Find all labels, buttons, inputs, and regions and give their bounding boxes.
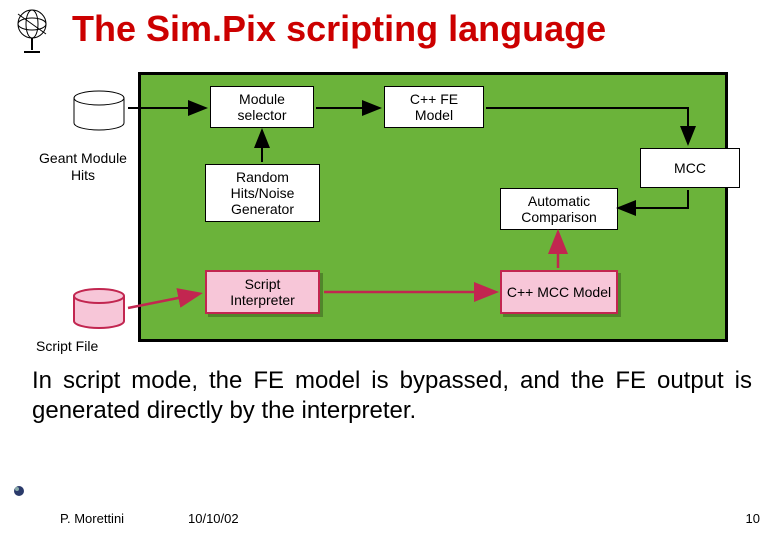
script-interpreter-box: Script Interpreter (205, 270, 320, 314)
mcc-box: MCC (640, 148, 740, 188)
geant-hits-label: Geant Module Hits (28, 150, 138, 184)
module-selector-box: Module selector (210, 86, 314, 128)
footer-page-number: 10 (746, 511, 760, 526)
cpp-mcc-model-box: C++ MCC Model (500, 270, 618, 314)
armillary-logo-icon (12, 6, 52, 56)
geant-hits-cylinder-icon (72, 90, 126, 132)
footer-author: P. Morettini (60, 511, 124, 526)
footer-date: 10/10/02 (188, 511, 239, 526)
script-file-label: Script File (36, 338, 98, 354)
cpp-fe-model-box: C++ FE Model (384, 86, 484, 128)
bullet-icon (12, 484, 26, 498)
slide-title: The Sim.Pix scripting language (72, 8, 606, 50)
script-file-cylinder-icon (72, 288, 126, 330)
automatic-comparison-box: Automatic Comparison (500, 188, 618, 230)
slide-body-text: In script mode, the FE model is bypassed… (32, 366, 752, 426)
random-generator-box: Random Hits/Noise Generator (205, 164, 320, 222)
